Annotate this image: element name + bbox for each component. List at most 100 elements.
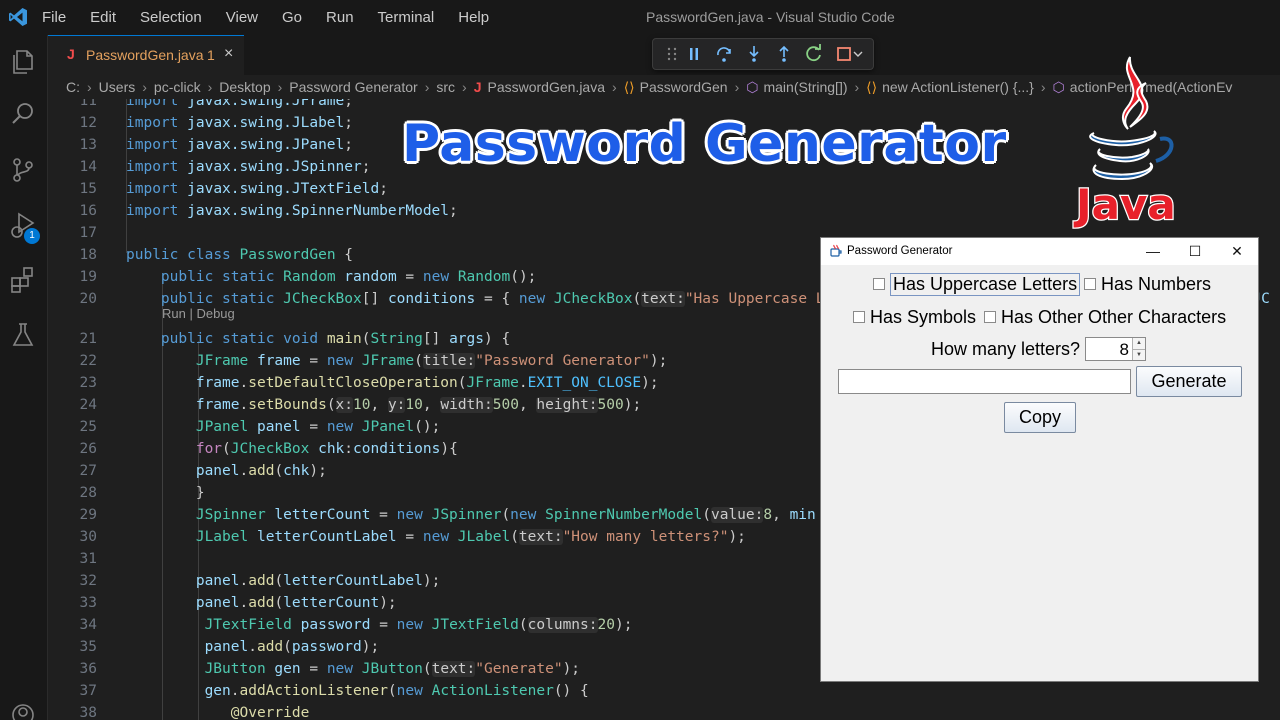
chevron-right-icon: › [207,79,213,95]
step-over-icon[interactable] [713,43,735,65]
breadcrumb-class[interactable]: PasswordGen [640,79,728,95]
breadcrumb-file[interactable]: PasswordGen.java [488,79,606,95]
breadcrumb-user[interactable]: pc-click [154,79,201,95]
step-out-icon[interactable] [773,43,795,65]
code-text: import javax.swing.SpinnerNumberModel; [126,203,458,219]
line-number: 29 [79,507,97,523]
copy-button[interactable]: Copy [1004,402,1076,433]
chevron-right-icon: › [87,79,92,95]
source-control-icon[interactable] [8,155,38,185]
line-number: 38 [79,705,97,720]
code-text: panel.add(letterCountLabel); [195,573,441,589]
code-text: } [126,485,205,501]
menu-file[interactable]: File [42,9,66,26]
menu-view[interactable]: View [226,9,258,26]
line-number: 24 [79,397,97,413]
tab-error-count: 1 [207,47,215,63]
checkbox-box[interactable] [853,311,865,323]
line-number: 34 [79,617,97,633]
maximize-button[interactable]: ☐ [1174,238,1216,265]
line-number: 25 [79,419,97,435]
checkbox-box[interactable] [873,278,885,290]
breadcrumb-drive[interactable]: C: [66,79,80,95]
checkbox-uppercase[interactable]: Has Uppercase Letters [873,272,1081,296]
breadcrumb-desktop[interactable]: Desktop [219,79,270,95]
checkbox-box[interactable] [1084,278,1096,290]
menu-help[interactable]: Help [458,9,489,26]
title-bar: File Edit Selection View Go Run Terminal… [0,0,1280,35]
checkbox-label: Has Other Other Characters [1001,306,1227,327]
tab-passwordgen-java[interactable]: J PasswordGen.java 1 × [48,35,244,75]
chevron-right-icon: › [277,79,283,95]
code-text: panel.add(password); [204,639,380,655]
letters-label: How many letters? [931,339,1081,359]
code-text: public static Random random = new Random… [160,269,537,285]
line-number: 36 [79,661,97,677]
restart-icon[interactable] [803,43,825,65]
minimize-button[interactable]: — [1132,238,1174,265]
close-window-button[interactable]: ✕ [1216,238,1258,265]
checkbox-label: Has Numbers [1101,273,1212,294]
search-icon[interactable] [8,99,38,129]
menu-edit[interactable]: Edit [90,9,116,26]
breadcrumb-listener[interactable]: new ActionListener() {...} [882,79,1034,95]
spinner-down-arrow-icon[interactable]: ▼ [1132,349,1145,360]
code-text: panel.add(chk); [195,463,327,479]
code-text: JTextField password = new JTextField(col… [204,617,633,633]
drag-handle-icon[interactable] [661,43,683,65]
line-number: 21 [79,331,97,347]
codelens-run-debug[interactable]: Run | Debug [162,306,235,324]
chevron-down-icon[interactable] [851,43,865,65]
line-number: 19 [79,269,97,285]
extensions-icon[interactable] [8,265,38,295]
line-number: 30 [79,529,97,545]
method-icon: ⬡ [1052,79,1065,95]
spinner-up-arrow-icon[interactable]: ▲ [1132,338,1145,349]
code-text: public class PasswordGen { [126,247,354,263]
generate-button[interactable]: Generate [1136,366,1242,397]
line-number: 23 [79,375,97,391]
code-text: JButton gen = new JButton(text:"Generate… [204,661,581,677]
java-file-icon: J [67,46,75,62]
breadcrumb-src[interactable]: src [436,79,455,95]
letters-spinner[interactable]: 8 ▲ ▼ [1085,337,1146,361]
explorer-icon[interactable] [8,47,38,77]
testing-flask-icon[interactable] [8,320,38,350]
pause-icon[interactable] [683,43,705,65]
class-icon: ⟨⟩ [866,79,878,95]
checkbox-symbols[interactable]: Has Symbols [853,305,976,329]
code-text: import javax.swing.JFrame; [126,99,353,109]
menu-terminal[interactable]: Terminal [378,9,435,26]
menu-go[interactable]: Go [282,9,302,26]
line-number: 16 [79,203,97,219]
menu-selection[interactable]: Selection [140,9,202,26]
line-number: 22 [79,353,97,369]
code-text: import javax.swing.JTextField; [126,181,388,197]
chevron-right-icon: › [612,79,617,95]
account-icon[interactable] [8,700,38,720]
breadcrumb-users[interactable]: Users [99,79,136,95]
password-text-field[interactable] [838,369,1131,394]
menu-run[interactable]: Run [326,9,354,26]
spinner-value: 8 [1119,340,1129,359]
code-line[interactable]: 38 @Override [48,702,1280,720]
java-logo-icon: Java [1072,56,1177,230]
breadcrumb-project[interactable]: Password Generator [289,79,417,95]
checkbox-box[interactable] [984,311,996,323]
chevron-right-icon: › [462,79,467,95]
chevron-right-icon: › [142,79,147,95]
java-cup-icon [830,244,842,257]
swing-title-bar[interactable]: Password Generator — ☐ ✕ [821,238,1258,265]
overlay-title: Password Generator [402,114,1007,174]
step-into-icon[interactable] [743,43,765,65]
checkbox-numbers[interactable]: Has Numbers [1084,272,1211,296]
tab-close-icon[interactable]: × [224,45,233,63]
line-number: 11 [79,99,97,109]
code-line[interactable]: 37 gen.addActionListener(new ActionListe… [48,680,1280,702]
line-number: 31 [79,551,97,567]
chevron-right-icon: › [734,79,740,95]
checkbox-other-characters[interactable]: Has Other Other Characters [984,305,1226,329]
line-number: 28 [79,485,97,501]
breadcrumb-method[interactable]: main(String[]) [763,79,847,95]
line-number: 15 [79,181,97,197]
